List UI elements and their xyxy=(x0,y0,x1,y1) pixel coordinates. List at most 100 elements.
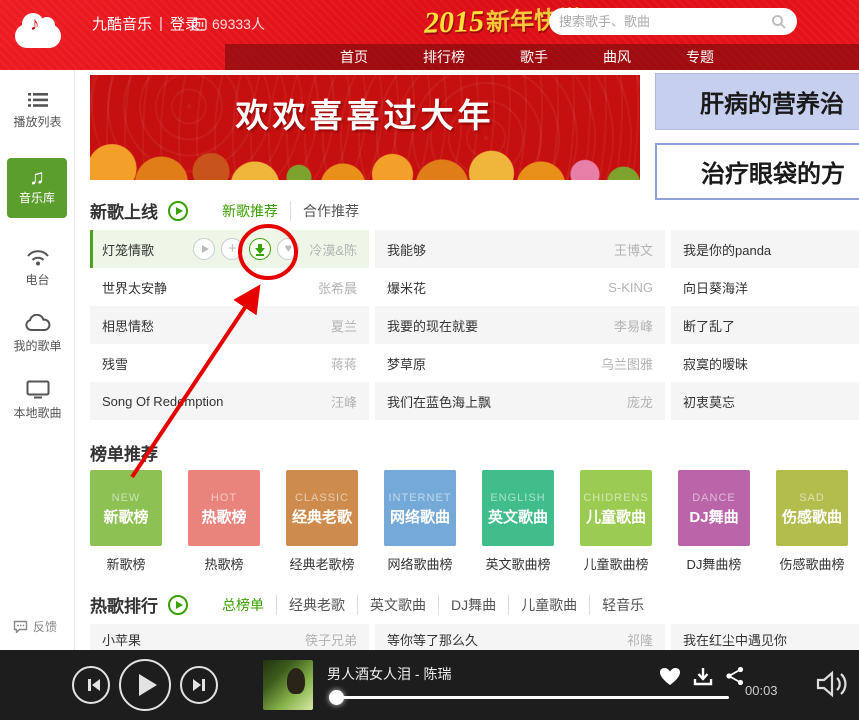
song-title[interactable]: Song Of Redemption xyxy=(102,394,331,409)
sidebar-item-local-songs[interactable]: 本地歌曲 xyxy=(0,380,75,421)
song-row[interactable]: 梦草原 乌兰图雅 xyxy=(375,344,665,382)
ad-eye-bags[interactable]: 治疗眼袋的方 xyxy=(655,143,859,200)
rank-tile-dance[interactable]: DANCEDJ舞曲 DJ舞曲榜 xyxy=(678,470,750,573)
next-track-button[interactable] xyxy=(180,666,218,704)
song-title[interactable]: 残雪 xyxy=(102,354,331,373)
hot-rank-play-all-button[interactable] xyxy=(168,595,188,615)
song-title[interactable]: 我能够 xyxy=(387,240,614,259)
song-artist[interactable]: 冷漠&陈 xyxy=(309,240,357,259)
song-artist[interactable]: 王博文 xyxy=(614,240,653,259)
ad-liver-nutrition[interactable]: 肝病的营养治 xyxy=(655,73,859,130)
tab-hot-english[interactable]: 英文歌曲 xyxy=(357,595,438,615)
song-title[interactable]: 相思情愁 xyxy=(102,316,331,335)
song-row[interactable]: 初衷莫忘 xyxy=(671,382,859,420)
song-row[interactable]: 我们在蓝色海上飘 庞龙 xyxy=(375,382,665,420)
song-title[interactable]: 我要的现在就要 xyxy=(387,316,614,335)
song-row[interactable]: 我能够 王博文 xyxy=(375,230,665,268)
search-input[interactable] xyxy=(559,14,771,29)
sidebar-item-library[interactable]: ♫ 音乐库 xyxy=(7,158,67,218)
song-row[interactable]: 爆米花 S-KING xyxy=(375,268,665,306)
nav-charts[interactable]: 排行榜 xyxy=(423,47,465,67)
row-favorite-button[interactable] xyxy=(277,238,299,260)
song-artist[interactable]: 庞龙 xyxy=(627,392,653,411)
sidebar-item-playlist[interactable]: 播放列表 xyxy=(0,92,75,130)
song-row[interactable]: 寂寞的暧昧 xyxy=(671,344,859,382)
new-songs-play-all-button[interactable] xyxy=(168,201,188,221)
rank-tile-english[interactable]: ENGLISH英文歌曲 英文歌曲榜 xyxy=(482,470,554,573)
tile-caption[interactable]: 新歌榜 xyxy=(90,554,162,573)
song-title[interactable]: 寂寞的暧昧 xyxy=(683,354,847,373)
row-play-button[interactable] xyxy=(193,238,215,260)
play-button[interactable] xyxy=(119,659,171,711)
tab-hot-all[interactable]: 总榜单 xyxy=(210,595,276,615)
song-title[interactable]: 我们在蓝色海上飘 xyxy=(387,392,627,411)
tab-coop-recommend[interactable]: 合作推荐 xyxy=(290,201,371,221)
tab-hot-classic[interactable]: 经典老歌 xyxy=(276,595,357,615)
song-title[interactable]: 断了乱了 xyxy=(683,316,847,335)
tile-caption[interactable]: 网络歌曲榜 xyxy=(384,554,456,573)
song-row[interactable]: 我在红尘中遇见你 xyxy=(671,624,859,650)
search-bar[interactable] xyxy=(549,8,797,35)
tile-caption[interactable]: 热歌榜 xyxy=(188,554,260,573)
tab-new-recommend[interactable]: 新歌推荐 xyxy=(210,201,290,221)
song-row[interactable]: 向日葵海洋 xyxy=(671,268,859,306)
song-artist[interactable]: 祁隆 xyxy=(627,630,653,649)
song-row[interactable]: 我要的现在就要 李易峰 xyxy=(375,306,665,344)
row-add-button[interactable] xyxy=(221,238,243,260)
song-title[interactable]: 我在红尘中遇见你 xyxy=(683,630,847,649)
search-icon[interactable] xyxy=(771,14,787,30)
song-title[interactable]: 我是你的panda xyxy=(683,240,847,259)
tile-caption[interactable]: 经典老歌榜 xyxy=(286,554,358,573)
song-title[interactable]: 爆米花 xyxy=(387,278,608,297)
song-row[interactable]: 小苹果 筷子兄弟 xyxy=(90,624,369,650)
app-logo[interactable]: ♪ xyxy=(0,0,75,70)
tile-caption[interactable]: 伤感歌曲榜 xyxy=(776,554,848,573)
song-title[interactable]: 梦草原 xyxy=(387,354,601,373)
tile-caption[interactable]: 儿童歌曲榜 xyxy=(580,554,652,573)
song-title[interactable]: 世界太安静 xyxy=(102,278,318,297)
rank-tile-internet[interactable]: INTERNET网络歌曲 网络歌曲榜 xyxy=(384,470,456,573)
rank-tile-sad[interactable]: SAD伤感歌曲 伤感歌曲榜 xyxy=(776,470,848,573)
song-artist[interactable]: 夏兰 xyxy=(331,316,357,335)
song-title[interactable]: 灯笼情歌 xyxy=(102,240,193,259)
song-artist[interactable]: 筷子兄弟 xyxy=(305,630,357,649)
song-row[interactable]: 等你等了那么久 祁隆 xyxy=(375,624,665,650)
tile-caption[interactable]: 英文歌曲榜 xyxy=(482,554,554,573)
song-artist[interactable]: 乌兰图雅 xyxy=(601,354,653,373)
rank-tile-children[interactable]: CHIDRENS儿童歌曲 儿童歌曲榜 xyxy=(580,470,652,573)
song-row[interactable]: 灯笼情歌 冷漠&陈 xyxy=(90,230,369,268)
song-row[interactable]: 世界太安静 张希晨 xyxy=(90,268,369,306)
song-title[interactable]: 小苹果 xyxy=(102,630,305,649)
song-title[interactable]: 初衷莫忘 xyxy=(683,392,847,411)
song-title[interactable]: 向日葵海洋 xyxy=(683,278,847,297)
song-row[interactable]: 相思情愁 夏兰 xyxy=(90,306,369,344)
song-artist[interactable]: S-KING xyxy=(608,280,653,295)
song-artist[interactable]: 李易峰 xyxy=(614,316,653,335)
rank-tile-hot[interactable]: HOT热歌榜 热歌榜 xyxy=(188,470,260,573)
song-title[interactable]: 等你等了那么久 xyxy=(387,630,627,649)
song-row[interactable]: 我是你的panda xyxy=(671,230,859,268)
album-art[interactable] xyxy=(263,660,313,710)
rank-tile-new[interactable]: NEW新歌榜 新歌榜 xyxy=(90,470,162,573)
song-artist[interactable]: 张希晨 xyxy=(318,278,357,297)
nav-home[interactable]: 首页 xyxy=(340,47,368,67)
song-row[interactable]: Song Of Redemption 汪峰 xyxy=(90,382,369,420)
song-row[interactable]: 断了乱了 xyxy=(671,306,859,344)
song-row[interactable]: 残雪 蒋蒋 xyxy=(90,344,369,382)
row-download-button[interactable] xyxy=(249,238,271,260)
feedback-button[interactable]: 反馈 xyxy=(13,618,57,635)
sidebar-item-radio[interactable]: 电台 xyxy=(0,248,75,288)
volume-icon[interactable] xyxy=(815,668,849,700)
tab-hot-dj[interactable]: DJ舞曲 xyxy=(438,595,508,615)
nav-genres[interactable]: 曲风 xyxy=(603,47,631,67)
nav-artists[interactable]: 歌手 xyxy=(520,47,548,67)
tile-caption[interactable]: DJ舞曲榜 xyxy=(678,554,750,573)
song-artist[interactable]: 蒋蒋 xyxy=(331,354,357,373)
nav-topics[interactable]: 专题 xyxy=(686,47,714,67)
progress-bar[interactable] xyxy=(329,696,729,699)
sidebar-item-my-playlists[interactable]: 我的歌单 xyxy=(0,314,75,354)
festival-banner[interactable]: 欢欢喜喜过大年 xyxy=(90,75,640,180)
song-artist[interactable]: 汪峰 xyxy=(331,392,357,411)
tab-hot-children[interactable]: 儿童歌曲 xyxy=(508,595,589,615)
rank-tile-classic[interactable]: CLASSIC经典老歌 经典老歌榜 xyxy=(286,470,358,573)
